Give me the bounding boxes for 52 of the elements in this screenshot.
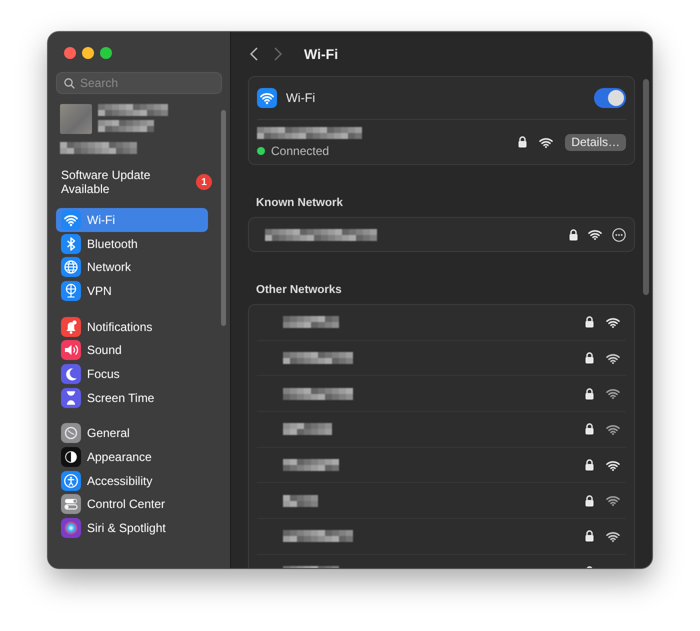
sidebar-item[interactable]: Sound	[56, 338, 208, 362]
sidebar-item[interactable]: Appearance	[56, 445, 208, 469]
zoom-button[interactable]	[100, 47, 112, 59]
photo-placeholder	[60, 104, 92, 134]
redacted-name	[98, 104, 168, 116]
connection-status: Connected	[271, 144, 330, 158]
search-field[interactable]: Search	[56, 72, 222, 94]
sidebar-item[interactable]: Notifications	[56, 314, 208, 338]
sidebar-item[interactable]: Bluetooth	[56, 232, 208, 256]
back-icon[interactable]	[250, 47, 258, 61]
wifi-icon	[257, 88, 277, 108]
scrollbar-thumb[interactable]	[643, 79, 649, 295]
sidebar-item[interactable]: VPN	[56, 279, 208, 303]
redacted-name	[283, 352, 353, 364]
redacted-name	[283, 388, 353, 400]
section-heading: Other Networks	[256, 284, 343, 296]
wifi-icon	[539, 136, 554, 148]
minimize-button[interactable]	[82, 47, 94, 59]
wifi-icon	[606, 388, 620, 400]
close-button[interactable]	[64, 47, 76, 59]
redacted-name	[283, 530, 353, 542]
wifi-icon	[606, 460, 620, 471]
redacted-name	[283, 459, 339, 472]
section-heading: Known Network	[256, 197, 344, 209]
sidebar-item[interactable]: Network	[56, 255, 208, 280]
wifi-icon	[606, 530, 620, 542]
details-button[interactable]: Details…	[565, 134, 626, 150]
redacted-name	[283, 423, 332, 436]
more-icon[interactable]	[612, 228, 626, 242]
sidebar-item[interactable]: Screen Time	[56, 386, 208, 410]
window-title: Wi-Fi	[304, 46, 338, 62]
sidebar-item[interactable]: Accessibility	[56, 468, 208, 493]
redacted-name	[98, 120, 154, 132]
sidebar-item[interactable]: Siri & Spotlight	[56, 516, 208, 540]
notification-badge: 1	[196, 174, 212, 190]
wifi-icon	[606, 316, 620, 328]
wifi-icon	[606, 424, 620, 435]
forward-icon[interactable]	[274, 47, 282, 61]
wifi-toggle[interactable]	[594, 88, 626, 108]
wifi-icon	[606, 495, 620, 506]
wifi-icon	[588, 229, 602, 240]
redacted-name	[283, 494, 318, 507]
sidebar-item[interactable]: Focus	[56, 362, 208, 386]
software-update-item[interactable]: Software Update Available 1	[61, 168, 212, 196]
scrollbar-thumb[interactable]	[221, 110, 226, 326]
sidebar-item[interactable]: Control Center	[56, 492, 208, 516]
status-dot	[257, 146, 265, 154]
wifi-label: Wi-Fi	[286, 91, 316, 105]
sidebar-item[interactable]: Wi-Fi	[56, 208, 208, 232]
wifi-icon	[606, 352, 620, 364]
redacted-name	[283, 316, 339, 328]
sidebar-item[interactable]: General	[56, 422, 208, 446]
